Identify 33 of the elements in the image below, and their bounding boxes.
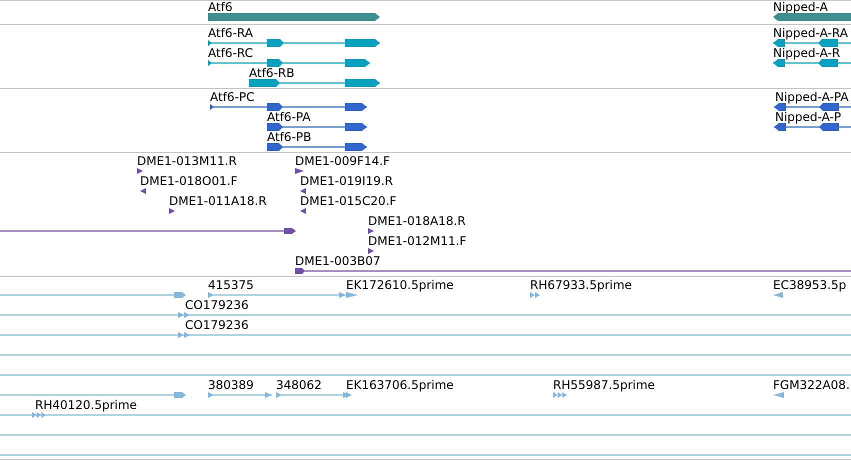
feature-label: Atf6-PA (267, 111, 311, 123)
feature-label: DME1-018O01.F (140, 175, 238, 187)
feature-label: DME1-003B07 (295, 255, 381, 267)
feature-label: DME1-019I19.R (300, 175, 394, 187)
feature-label: Atf6-RC (208, 47, 254, 59)
feature-label: FGM322A08. (773, 379, 850, 391)
feature-label: Atf6-RB (249, 67, 294, 79)
feature-label: DME1-011A18.R (169, 195, 267, 207)
feature-label: Atf6-RA (208, 27, 253, 39)
feature-label: RH67933.5prime (530, 279, 632, 291)
feature-label: Nipped-A-P (775, 111, 842, 123)
feature-label: 348062 (276, 379, 322, 391)
feature-label: DME1-013M11.R (137, 155, 237, 167)
feature-label: Atf6 (208, 1, 233, 13)
feature-label: 415375 (208, 279, 254, 291)
feature-label: 380389 (208, 379, 254, 391)
feature-label: EC38953.5p (773, 279, 846, 291)
feature-label: CO179236 (185, 299, 249, 311)
feature-label: DME1-018A18.R (368, 215, 466, 227)
feature-label: RH55987.5prime (553, 379, 655, 391)
feature-label: EK172610.5prime (346, 279, 454, 291)
feature-label: Atf6-PB (267, 131, 312, 143)
feature-label: Nipped-A (773, 1, 828, 13)
feature-label: RH40120.5prime (35, 399, 137, 411)
feature-label: Atf6-PC (210, 91, 255, 103)
feature-label: DME1-012M11.F (368, 235, 466, 247)
feature-label: EK163706.5prime (346, 379, 454, 391)
feature-label: Nipped-A-RA (773, 27, 848, 39)
feature-label: DME1-009F14.F (295, 155, 390, 167)
feature-label: Nipped-A-R (773, 47, 840, 59)
feature-label: CO179236 (185, 319, 249, 331)
feature-label: DME1-015C20.F (300, 195, 396, 207)
feature-label: Nipped-A-PA (775, 91, 849, 103)
